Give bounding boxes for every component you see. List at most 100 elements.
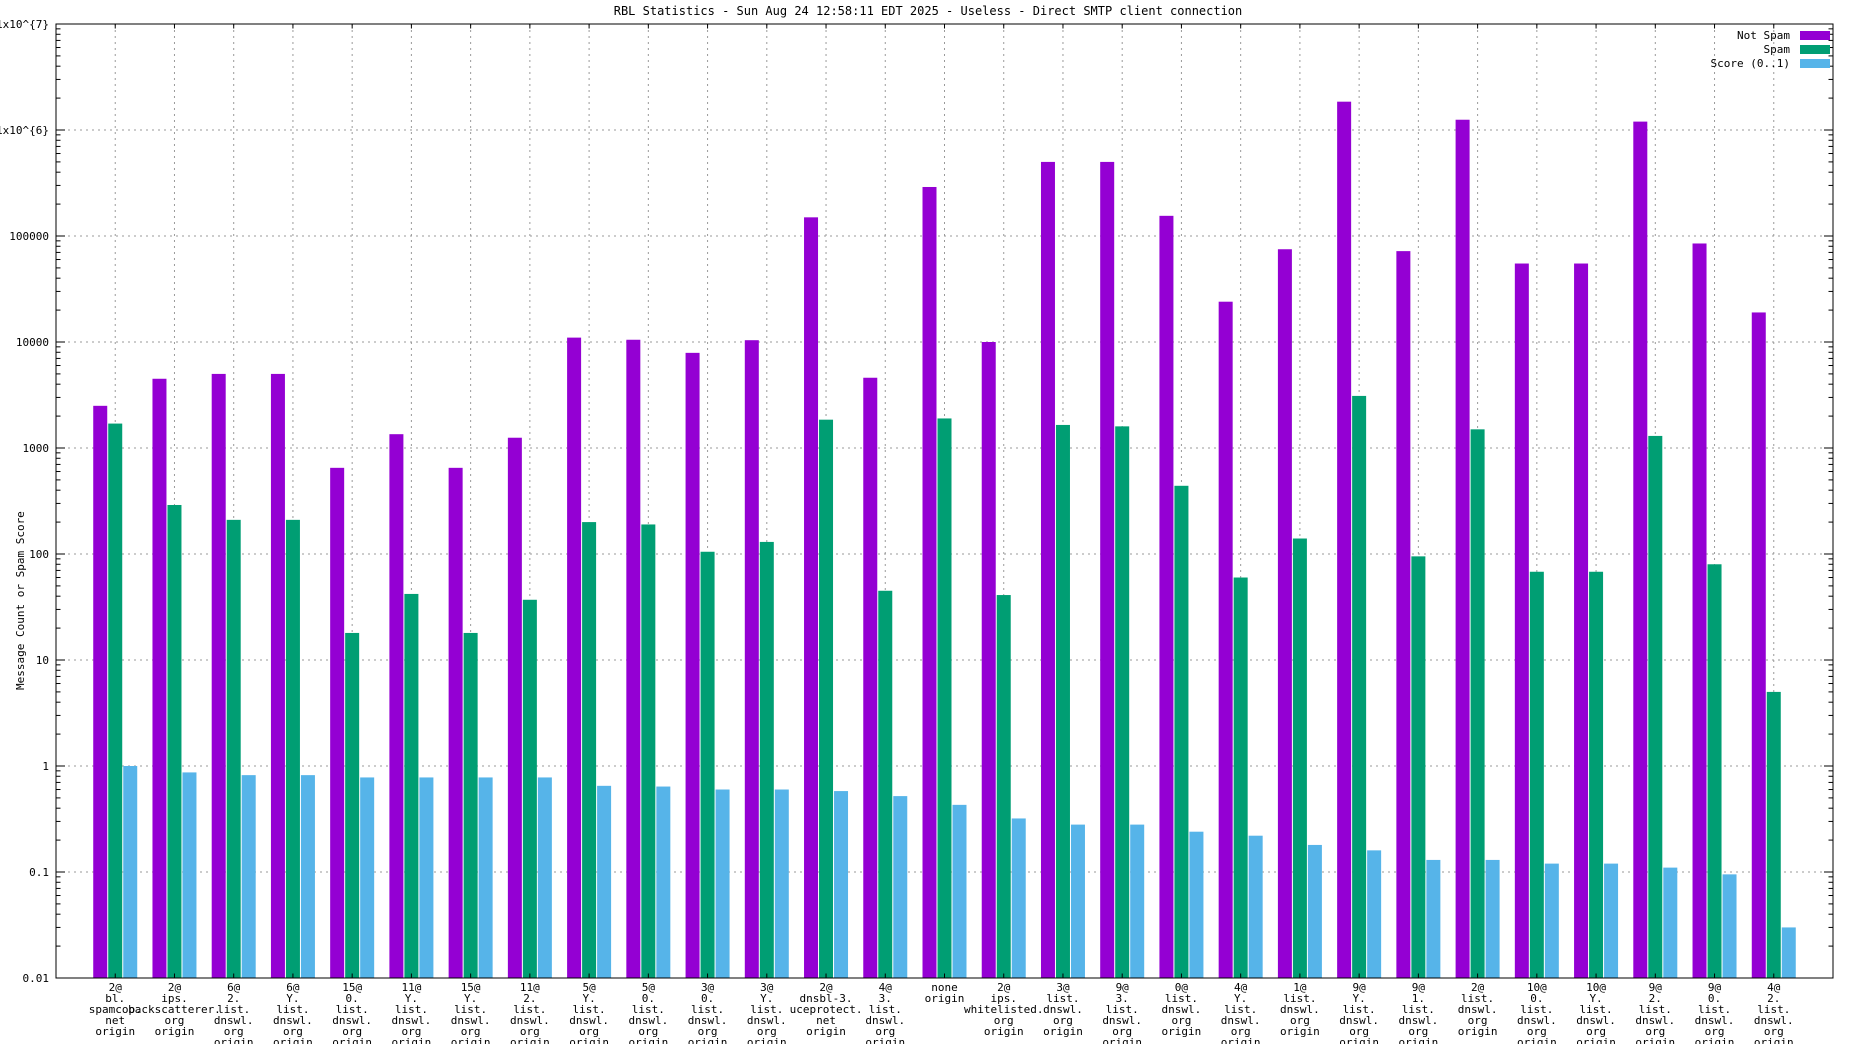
score-0-1-bar <box>1781 927 1796 978</box>
score-0-1-bar <box>1544 863 1559 978</box>
spam-bar <box>641 524 656 978</box>
legend-swatch <box>1800 31 1830 40</box>
x-category-label: origin <box>925 992 965 1005</box>
x-category-label: origin <box>155 1025 195 1038</box>
score-0-1-bar <box>1663 867 1678 978</box>
legend: Not SpamSpamScore (0..1) <box>1711 29 1830 70</box>
score-0-1-bar <box>1189 831 1204 978</box>
spam-bar <box>463 632 478 978</box>
y-tick-label: 100000 <box>9 230 49 243</box>
score-0-1-bar <box>1011 818 1026 978</box>
spam-bar <box>404 593 419 978</box>
x-category-label: origin <box>747 1036 787 1044</box>
spam-bar <box>1529 571 1544 978</box>
score-0-1-bar <box>241 775 256 978</box>
score-0-1-bar <box>893 796 908 978</box>
x-category-label: origin <box>1280 1025 1320 1038</box>
spam-bar <box>1648 435 1663 978</box>
spam-bar <box>345 632 360 978</box>
x-category-label: origin <box>984 1025 1024 1038</box>
x-category-label: origin <box>806 1025 846 1038</box>
not-spam-bar <box>448 467 463 978</box>
score-0-1-bar <box>1485 859 1500 978</box>
not-spam-bar <box>1218 301 1233 978</box>
spam-bar <box>1174 485 1189 978</box>
spam-bar <box>1707 564 1722 978</box>
x-category-label: origin <box>392 1036 432 1044</box>
spam-bar <box>996 595 1011 978</box>
spam-bar <box>937 418 952 978</box>
spam-bar <box>582 522 597 978</box>
spam-bar <box>167 504 182 978</box>
not-spam-bar <box>1337 101 1352 978</box>
x-category-label: origin <box>688 1036 728 1044</box>
x-category-label: origin <box>1458 1025 1498 1038</box>
spam-bar <box>108 423 123 979</box>
x-category-label: origin <box>1754 1036 1794 1044</box>
not-spam-bar <box>1396 251 1411 979</box>
spam-bar <box>1233 577 1248 978</box>
spam-bar <box>1115 426 1130 978</box>
not-spam-bar <box>1455 119 1470 978</box>
score-0-1-bar <box>1130 824 1145 978</box>
not-spam-bar <box>744 340 759 978</box>
spam-bar <box>1589 571 1604 978</box>
y-tick-label: 1 <box>42 760 49 773</box>
x-category-label: origin <box>1043 1025 1083 1038</box>
x-category-label: origin <box>332 1036 372 1044</box>
x-category-label: origin <box>628 1036 668 1044</box>
score-0-1-bar <box>1367 850 1382 978</box>
not-spam-bar <box>1100 161 1115 978</box>
not-spam-bar <box>1751 312 1766 978</box>
not-spam-bar <box>1692 243 1707 979</box>
not-spam-bar <box>922 186 937 978</box>
x-category-label: origin <box>1162 1025 1202 1038</box>
x-category-label: origin <box>95 1025 135 1038</box>
score-0-1-bar <box>537 777 552 978</box>
not-spam-bar <box>1514 263 1529 978</box>
score-0-1-bar <box>952 804 967 978</box>
score-0-1-bar <box>774 789 789 978</box>
spam-bar <box>878 590 893 978</box>
spam-bar <box>759 541 774 978</box>
legend-label: Not Spam <box>1737 29 1790 42</box>
not-spam-bar <box>270 373 285 978</box>
x-category-label: origin <box>1576 1036 1616 1044</box>
score-0-1-bar <box>1248 835 1263 978</box>
score-0-1-bar <box>478 777 493 978</box>
legend-label: Spam <box>1764 43 1791 56</box>
spam-bar <box>1292 538 1307 978</box>
legend-swatch <box>1800 59 1830 68</box>
x-category-label: origin <box>1102 1036 1142 1044</box>
score-0-1-bar <box>1307 844 1322 978</box>
spam-bar <box>1470 429 1485 978</box>
not-spam-bar <box>567 337 582 978</box>
not-spam-bar <box>626 339 641 979</box>
x-category-label: origin <box>1398 1036 1438 1044</box>
not-spam-bar <box>863 377 878 978</box>
score-0-1-bar <box>597 785 612 978</box>
y-tick-label: 100 <box>29 548 49 561</box>
spam-bar <box>819 419 834 978</box>
x-category-label: origin <box>1221 1036 1261 1044</box>
spam-bar <box>1352 395 1367 978</box>
not-spam-bar <box>1159 215 1174 979</box>
not-spam-bar <box>981 342 996 978</box>
score-0-1-bar <box>300 775 315 978</box>
spam-bar <box>226 519 241 978</box>
not-spam-bar <box>1574 263 1589 978</box>
bars <box>93 101 1796 979</box>
y-tick-label: 10000 <box>16 336 49 349</box>
x-category-label: origin <box>1635 1036 1675 1044</box>
not-spam-bar <box>389 434 404 978</box>
x-category-label: origin <box>1695 1036 1735 1044</box>
score-0-1-bar <box>182 772 197 978</box>
spam-bar <box>285 519 300 978</box>
score-0-1-bar <box>834 791 849 978</box>
not-spam-bar <box>1040 161 1055 978</box>
score-0-1-bar <box>656 786 671 978</box>
x-category-label: origin <box>1517 1036 1557 1044</box>
score-0-1-bar <box>419 777 434 978</box>
y-tick-label: 1x10^{7} <box>0 18 49 31</box>
not-spam-bar <box>211 373 226 978</box>
